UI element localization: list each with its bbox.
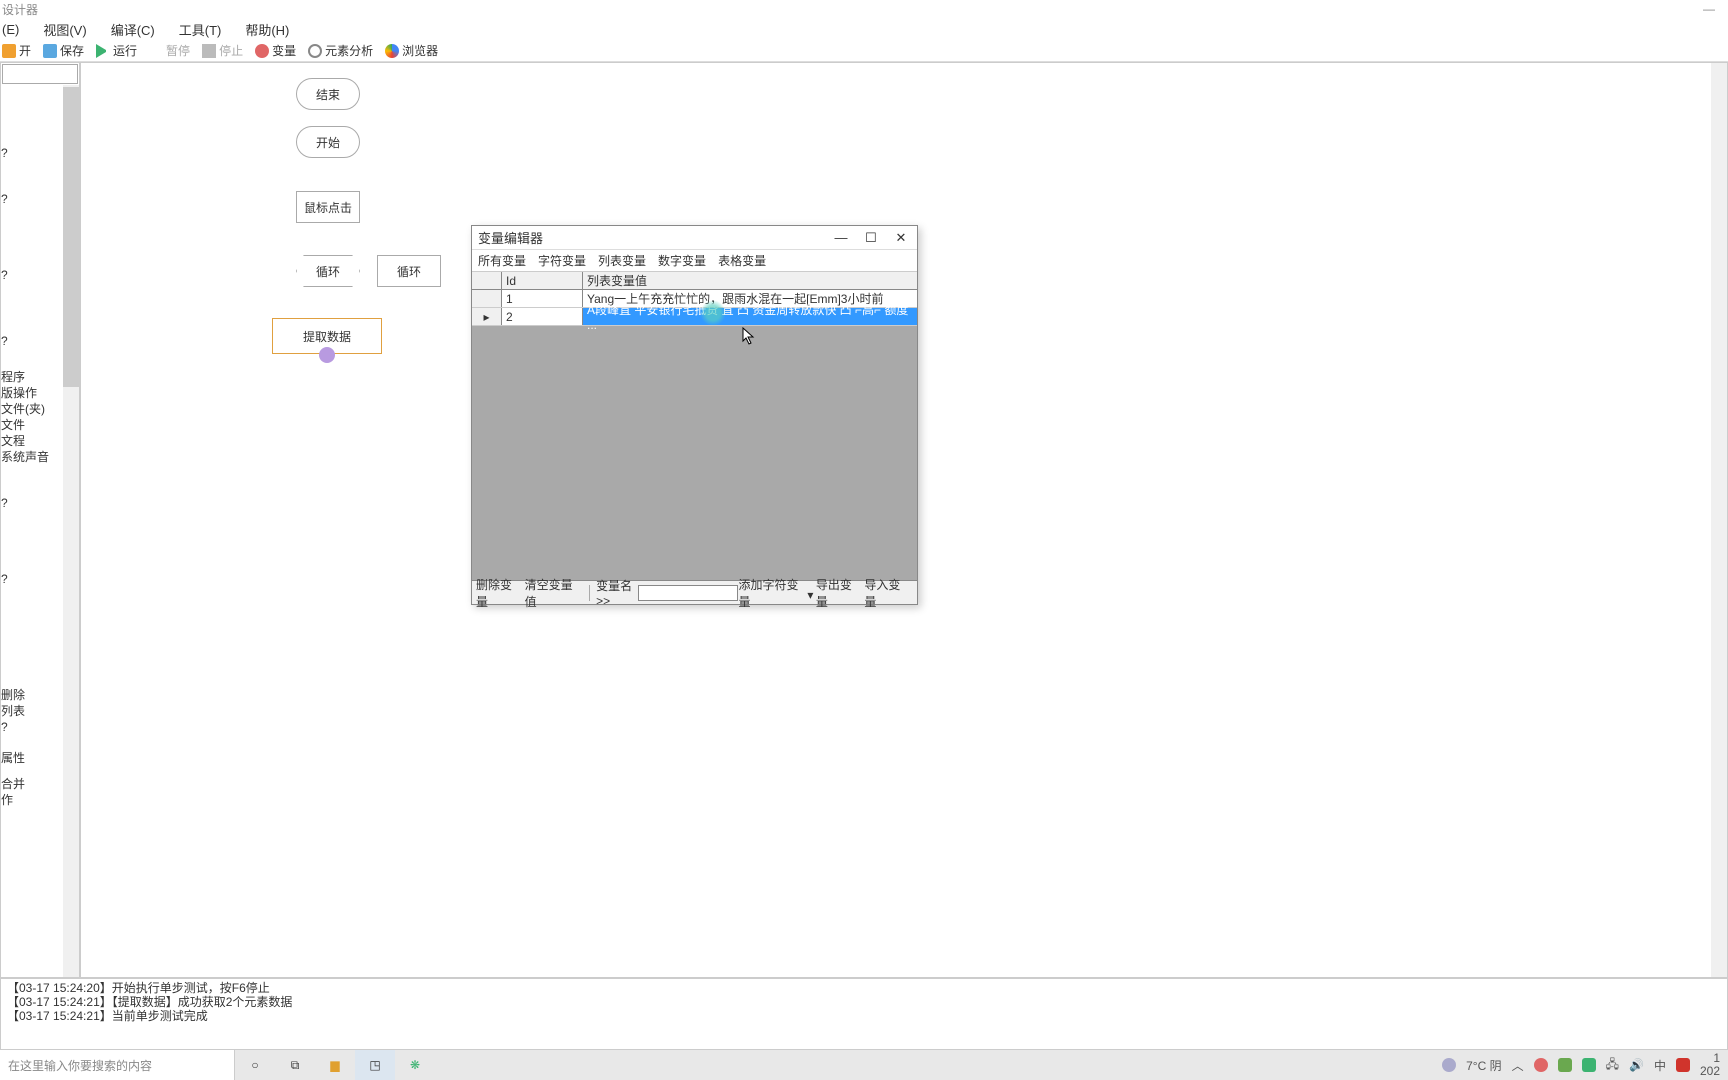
- flow-node-click[interactable]: 鼠标点击: [296, 191, 360, 223]
- import-variable-button[interactable]: 导入变量: [864, 576, 905, 610]
- menu-view[interactable]: 视图(V): [43, 20, 86, 39]
- tab-string-variables[interactable]: 字符变量: [538, 252, 586, 269]
- run-button[interactable]: 运行: [96, 42, 137, 59]
- play-icon: [96, 44, 110, 58]
- pause-icon: [149, 44, 163, 58]
- browser-button[interactable]: 浏览器: [385, 42, 438, 59]
- taskbar-tray: 7°C 阴 ︿ 🖧 🔊 中 1 202: [1442, 1052, 1728, 1078]
- app-icon[interactable]: ◳: [355, 1050, 395, 1080]
- window-title: 设计器: [2, 1, 38, 18]
- weather-icon[interactable]: [1442, 1058, 1456, 1072]
- stop-button[interactable]: 停止: [202, 42, 243, 59]
- dialog-minimize-button[interactable]: —: [831, 230, 851, 246]
- taskbar-search[interactable]: 在这里输入你要搜索的内容: [0, 1050, 235, 1080]
- cortana-icon[interactable]: ○: [235, 1050, 275, 1080]
- variable-button[interactable]: 变量: [255, 42, 296, 59]
- taskbar: 在这里输入你要搜索的内容 ○ ⧉ ▆ ◳ ❋ 7°C 阴 ︿ 🖧 🔊 中 1 2…: [0, 1050, 1728, 1080]
- wechat-icon[interactable]: ❋: [395, 1050, 435, 1080]
- tab-all-variables[interactable]: 所有变量: [478, 252, 526, 269]
- flow-node-extract[interactable]: 提取数据: [272, 318, 382, 354]
- menubar: (E) 视图(V) 编译(C) 工具(T) 帮助(H): [0, 18, 1728, 40]
- volume-icon[interactable]: 🔊: [1629, 1058, 1644, 1072]
- open-button[interactable]: 开: [2, 42, 31, 59]
- dialog-maximize-button[interactable]: ☐: [861, 230, 881, 246]
- grid-row-selected[interactable]: ▸ 2 A段峰罝 平安银行宅抵贷 罝 凸 资金周转放款快 凸 ⌐高⌐ 额度 ..…: [472, 308, 917, 326]
- menu-help[interactable]: 帮助(H): [245, 20, 289, 39]
- row-marker: [472, 290, 502, 307]
- dialog-titlebar[interactable]: 变量编辑器 — ☐ ✕: [472, 226, 917, 250]
- cell-id[interactable]: 1: [502, 290, 583, 307]
- breakpoint-dot-icon: [319, 347, 335, 363]
- col-value[interactable]: 列表变量值: [583, 272, 917, 289]
- menu-tool[interactable]: 工具(T): [179, 20, 222, 39]
- folder-icon: [2, 44, 16, 58]
- element-analysis-button[interactable]: 元素分析: [308, 42, 373, 59]
- tab-table-variables[interactable]: 表格变量: [718, 252, 766, 269]
- variable-editor-dialog: 变量编辑器 — ☐ ✕ 所有变量 字符变量 列表变量 数字变量 表格变量 Id …: [471, 225, 918, 605]
- window-titlebar: 设计器 —: [0, 0, 1728, 18]
- tray-icon-1[interactable]: [1534, 1058, 1548, 1072]
- cell-value[interactable]: A段峰罝 平安银行宅抵贷 罝 凸 资金周转放款快 凸 ⌐高⌐ 额度 ...: [583, 308, 917, 325]
- variable-name-label: 变量名>>: [596, 577, 638, 608]
- col-id[interactable]: Id: [502, 272, 583, 289]
- save-icon: [43, 44, 57, 58]
- flow-node-start[interactable]: 开始: [296, 126, 360, 158]
- variable-name-input[interactable]: [638, 585, 738, 601]
- chrome-icon: [385, 44, 399, 58]
- tab-list-variables[interactable]: 列表变量: [598, 252, 646, 269]
- flow-node-loop2[interactable]: 循环: [377, 255, 441, 287]
- dialog-close-button[interactable]: ✕: [891, 230, 911, 246]
- sogou-icon[interactable]: [1676, 1058, 1690, 1072]
- sidebar: ? ? ? ? 程序 版操作 文件(夹) 文件 文程 系统声音 ? ? 删除 列…: [0, 62, 80, 978]
- export-variable-button[interactable]: 导出变量: [816, 576, 857, 610]
- menu-edit[interactable]: (E): [2, 22, 19, 37]
- delete-variable-button[interactable]: 删除变量: [476, 576, 517, 610]
- flow-node-end[interactable]: 结束: [296, 78, 360, 110]
- search-placeholder-text: 在这里输入你要搜索的内容: [8, 1057, 152, 1074]
- divider: [589, 585, 590, 601]
- canvas-scrollbar[interactable]: [1711, 63, 1727, 977]
- pause-button[interactable]: 暂停: [149, 42, 190, 59]
- explorer-icon[interactable]: ▆: [315, 1050, 355, 1080]
- window-minimize[interactable]: —: [1700, 2, 1718, 16]
- clock[interactable]: 1 202: [1700, 1052, 1720, 1078]
- sidebar-scrollbar[interactable]: [63, 85, 79, 977]
- sidebar-search[interactable]: [2, 64, 78, 84]
- toolbar: 开 保存 运行 暂停 停止 变量 元素分析 浏览器: [0, 40, 1728, 62]
- log-panel: 【03-17 15:24:20】开始执行单步测试，按F6停止 【03-17 15…: [0, 978, 1728, 1050]
- tray-wechat-icon[interactable]: [1582, 1058, 1596, 1072]
- dialog-tabs: 所有变量 字符变量 列表变量 数字变量 表格变量: [472, 250, 917, 272]
- variable-icon: [255, 44, 269, 58]
- tab-number-variables[interactable]: 数字变量: [658, 252, 706, 269]
- dropdown-icon[interactable]: ▾: [807, 588, 815, 598]
- variable-grid: Id 列表变量值 1 Yang一上午充充忙忙的，跟雨水混在一起[Emm]3小时前…: [472, 272, 917, 582]
- save-button[interactable]: 保存: [43, 42, 84, 59]
- task-view-icon[interactable]: ⧉: [275, 1050, 315, 1080]
- flow-node-loop1[interactable]: 循环: [296, 255, 360, 287]
- grid-corner: [472, 272, 502, 289]
- row-marker-current: ▸: [472, 308, 502, 325]
- tray-chevron-icon[interactable]: ︿: [1512, 1057, 1524, 1074]
- weather-text[interactable]: 7°C 阴: [1466, 1057, 1501, 1074]
- tray-icon-2[interactable]: [1558, 1058, 1572, 1072]
- menu-compile[interactable]: 编译(C): [111, 20, 155, 39]
- add-string-variable-button[interactable]: 添加字符变量: [738, 576, 799, 610]
- clear-variable-button[interactable]: 清空变量值: [525, 576, 576, 610]
- stop-icon: [202, 44, 216, 58]
- network-icon[interactable]: 🖧: [1606, 1055, 1619, 1076]
- cell-id[interactable]: 2: [502, 308, 583, 325]
- dialog-title: 变量编辑器: [478, 228, 543, 247]
- dialog-footer: 删除变量 清空变量值 变量名>> 添加字符变量 ▾ 导出变量 导入变量: [472, 580, 917, 604]
- ime-label[interactable]: 中: [1654, 1057, 1666, 1074]
- grid-header: Id 列表变量值: [472, 272, 917, 290]
- magnifier-icon: [308, 44, 322, 58]
